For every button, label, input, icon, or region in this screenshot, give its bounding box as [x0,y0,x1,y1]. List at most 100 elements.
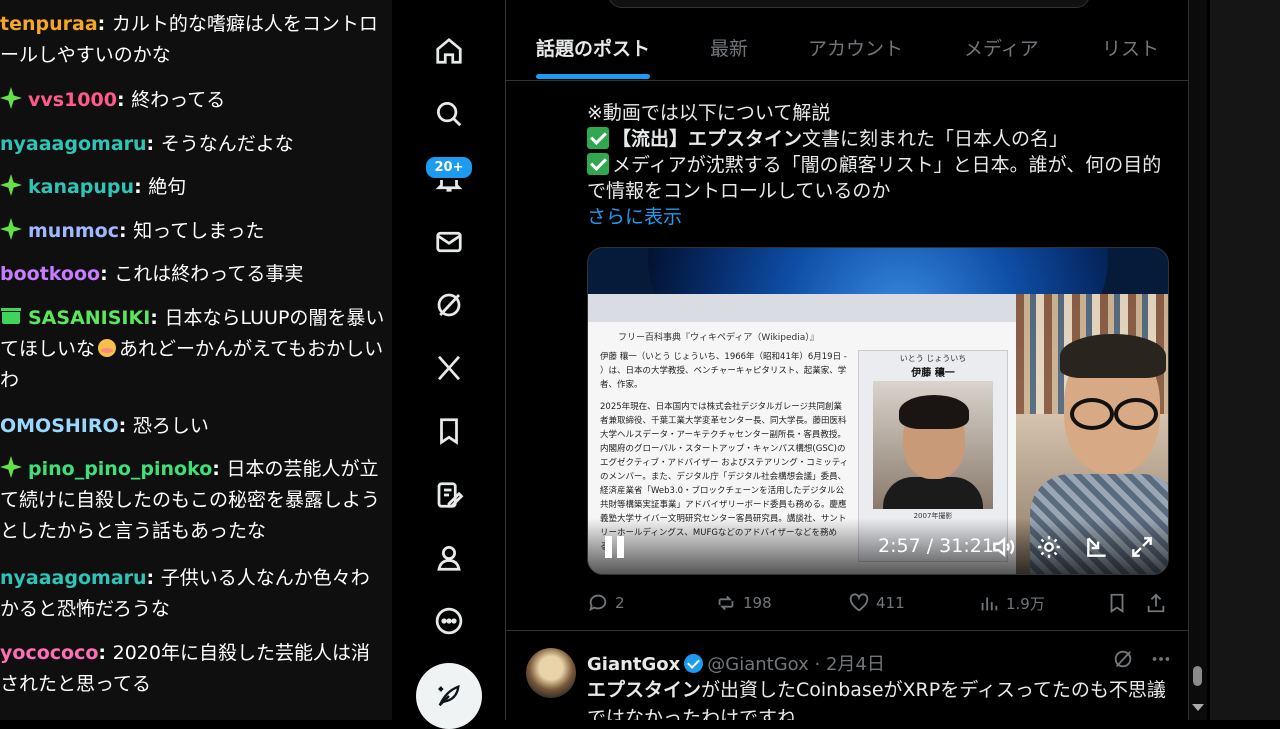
search-icon[interactable] [430,95,468,133]
fullscreen-icon[interactable] [1129,534,1155,560]
chat-colon: : [146,133,161,155]
chat-colon: : [100,263,115,285]
author-name[interactable]: GiantGox [587,654,680,675]
views-button[interactable]: 1.9万 [978,588,1045,618]
verified-badge-icon [684,654,704,673]
volume-icon[interactable] [990,534,1016,560]
chat-username[interactable]: nyaaagomaru [0,133,147,155]
edit-icon[interactable] [430,476,468,514]
x-premium-icon[interactable] [430,349,468,387]
post-actions: 2 198 411 1.9万 [587,588,1177,618]
wiki-header: フリー百科事典『ウィキペディア（Wikipedia）』 [618,333,819,343]
chat-text: 知ってしまった [133,220,265,242]
repost-button[interactable]: 198 [715,588,772,618]
post-keyword: エプスタイン [688,128,803,150]
sparkle-badge-icon [0,218,22,240]
more-options-icon[interactable] [1150,648,1172,670]
grok-icon[interactable] [430,286,468,324]
tab-lists[interactable]: リスト [1102,34,1159,61]
chat-message: bootkooo: これは終わってる事実 [0,259,388,290]
profile-icon[interactable] [430,539,468,577]
chat-username[interactable]: SASANISIKI [28,307,150,329]
browser-toolbar [588,294,1016,322]
check-mark-icon [587,153,609,175]
tab-top[interactable]: 話題のポスト [536,34,650,61]
post-body: エプスタインが出資したCoinbaseがXRPをディスってたのも不思議ではなかっ… [587,676,1177,720]
chat-text: 恐ろしい [132,415,209,437]
scroll-down-arrow-icon[interactable] [1192,704,1204,711]
bookmarks-icon[interactable] [430,412,468,450]
more-icon[interactable] [430,602,468,640]
post-header: GiantGox @GiantGox · 2月4日 [587,650,885,676]
live-chat-panel: tenpuraa: カルト的な嗜癖は人をコントロールしやすいのかな vvs1000… [0,0,392,720]
blushing-face-emoji-icon [98,339,117,357]
tab-media[interactable]: メディア [964,34,1039,61]
chat-message: nyaaagomaru: そうなんだよな [0,129,388,160]
chat-colon: : [116,89,132,111]
chat-message: munmoc: 知ってしまった [0,216,388,247]
bookmark-icon [1110,593,1124,613]
chat-message: OMOSHIRO: 恐ろしい [0,411,388,442]
post-date[interactable]: 2月4日 [826,654,885,675]
chat-text: これは終わってる事実 [114,263,304,285]
portrait-photo [873,381,993,509]
search-tabs: 話題のポスト 最新 アカウント メディア リスト [506,18,1188,81]
chat-username[interactable]: nyaaagomaru [0,567,147,589]
sparkle-badge-icon [0,174,22,196]
video-player[interactable]: フリー百科事典『ウィキペディア（Wikipedia）』 伊藤 穰一（いとう じょ… [587,247,1169,575]
post-divider [506,630,1188,631]
picture-in-picture-icon[interactable] [1084,534,1110,560]
chat-username[interactable]: munmoc [28,220,119,242]
sparkle-badge-icon [0,87,22,109]
grok-icon[interactable] [1112,648,1134,670]
reply-count: 2 [615,594,625,612]
scrollbar-thumb[interactable] [1193,666,1202,686]
chat-username[interactable]: pino_pino_pinoko [28,458,212,480]
views-chart-icon [981,597,998,611]
chat-colon: : [97,13,112,35]
chat-username[interactable]: kanapupu [28,176,134,198]
chat-colon: : [118,415,133,437]
chat-message: kanapupu: 絶句 [0,172,388,203]
share-icon [1147,593,1165,613]
scrollbar[interactable] [1189,0,1207,720]
bookmark-button[interactable] [1106,588,1134,618]
tab-accounts[interactable]: アカウント [808,34,903,61]
show-more-link[interactable]: さらに表示 [587,204,1177,230]
chat-username[interactable]: bootkooo [0,263,100,285]
messages-icon[interactable] [430,223,468,261]
chat-username[interactable]: vvs1000 [28,89,117,111]
chat-text: 終わってる [131,89,226,111]
post-line: 【流出】エプスタイン文書に刻まれた「日本人の名」 [587,126,1177,152]
share-button[interactable] [1145,588,1173,618]
home-icon[interactable] [430,32,468,70]
reply-button[interactable]: 2 [587,588,625,618]
heart-icon [849,593,869,612]
chat-colon: : [134,176,149,198]
chat-colon: : [98,642,113,664]
chat-message: yocococo: 2020年に自殺した芸能人は消されたと思ってる [0,638,388,700]
reply-icon [589,594,607,612]
chat-username[interactable]: OMOSHIRO [0,415,119,437]
chat-message: tenpuraa: カルト的な嗜癖は人をコントロールしやすいのかな [0,9,388,71]
feather-icon [438,684,460,707]
timeline: 話題のポスト 最新 アカウント メディア リスト ※動画では以下について解説 【… [506,0,1189,720]
chat-message: vvs1000: 終わってる [0,85,388,116]
post-bracket: 【流出】 [612,128,689,150]
like-button[interactable]: 411 [848,588,905,618]
repost-icon [718,595,734,611]
chat-username[interactable]: tenpuraa [0,13,98,35]
chat-username[interactable]: yocococo [0,642,98,664]
post-line-rest: 文書に刻まれた「日本人の名」 [802,128,1069,150]
pause-icon[interactable] [604,536,626,558]
search-bar[interactable] [608,0,1090,8]
post-tools [1112,648,1182,674]
settings-gear-icon[interactable] [1036,534,1062,560]
post-button[interactable] [416,663,482,729]
sparkle-badge-icon [0,456,22,478]
author-handle[interactable]: @GiantGox [707,654,809,675]
post-line: メディアが沈黙する「闇の顧客リスト」と日本。誰が、何の目的で情報をコントロールし… [587,152,1177,204]
chat-message: pino_pino_pinoko: 日本の芸能人が立て続けに自殺したのもこの秘密… [0,454,388,547]
tab-latest[interactable]: 最新 [710,34,748,61]
avatar[interactable] [526,648,576,698]
